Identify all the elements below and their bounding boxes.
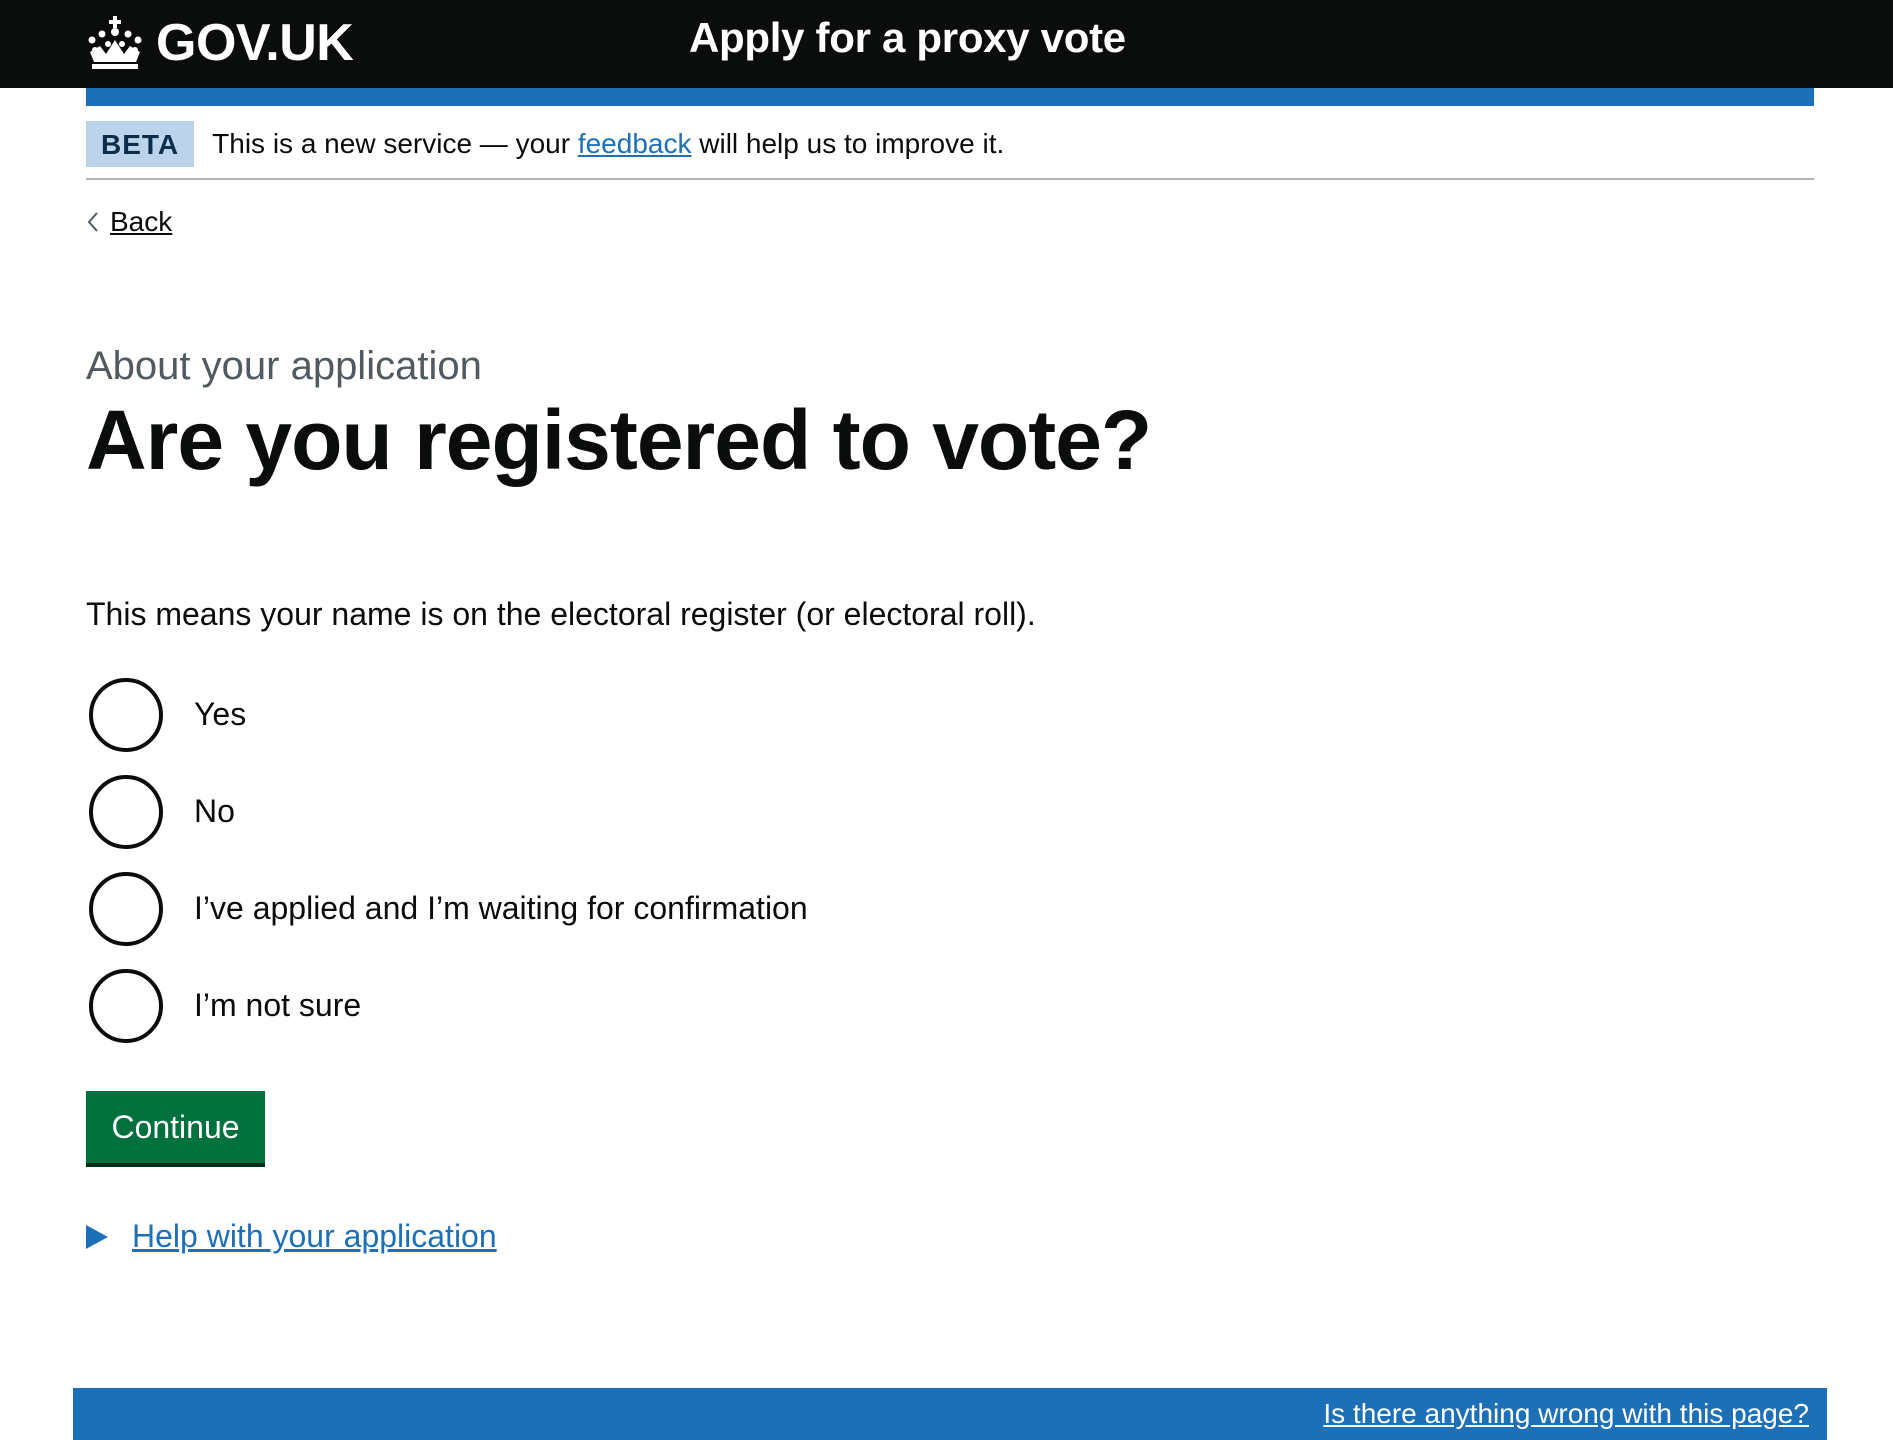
feedback-footer-bar: Is there anything wrong with this page?	[73, 1388, 1827, 1440]
phase-text-after: will help us to improve it.	[691, 128, 1005, 159]
radio-label[interactable]: I’ve applied and I’m waiting for confirm…	[194, 890, 808, 927]
beta-tag: BETA	[86, 121, 195, 167]
help-details[interactable]: Help with your application	[86, 1218, 497, 1255]
help-details-summary[interactable]: Help with your application	[132, 1218, 497, 1255]
triangle-right-icon	[86, 1224, 108, 1249]
radio-option-yes[interactable]: Yes	[86, 666, 808, 763]
chevron-left-icon	[87, 212, 98, 232]
radio-label[interactable]: I’m not sure	[194, 987, 361, 1024]
radio-option-not-sure[interactable]: I’m not sure	[86, 957, 808, 1054]
crown-icon	[86, 16, 144, 70]
page-caption: About your application	[86, 344, 482, 388]
header-blue-bar	[86, 88, 1814, 106]
phase-banner: BETA This is a new service — your feedba…	[86, 106, 1814, 180]
radio-button[interactable]	[89, 774, 163, 849]
back-link-label: Back	[110, 206, 173, 237]
radio-button[interactable]	[89, 871, 163, 946]
radio-button[interactable]	[89, 968, 163, 1043]
registration-radios: Yes No I’ve applied and I’m waiting for …	[86, 666, 808, 1054]
continue-button[interactable]: Continue	[86, 1091, 265, 1163]
phase-text-before: This is a new service — your	[212, 128, 578, 159]
question-hint: This means your name is on the electoral…	[86, 596, 1036, 632]
govuk-logo-link[interactable]: GOV.UK	[86, 10, 354, 76]
radio-label[interactable]: Yes	[194, 696, 246, 733]
radio-option-no[interactable]: No	[86, 763, 808, 860]
logo-text: GOV.UK	[156, 14, 354, 72]
service-name-link[interactable]: Apply for a proxy vote	[689, 14, 1126, 62]
page-title: Are you registered to vote?	[86, 393, 1152, 487]
feedback-link[interactable]: feedback	[578, 128, 692, 159]
report-problem-link[interactable]: Is there anything wrong with this page?	[1323, 1398, 1809, 1430]
site-header: GOV.UK Apply for a proxy vote	[0, 0, 1893, 88]
radio-option-applied-waiting[interactable]: I’ve applied and I’m waiting for confirm…	[86, 860, 808, 957]
back-link[interactable]: Back	[86, 206, 172, 238]
phase-banner-text: This is a new service — your feedback wi…	[212, 128, 1004, 160]
radio-label[interactable]: No	[194, 793, 235, 830]
radio-button[interactable]	[89, 677, 163, 752]
